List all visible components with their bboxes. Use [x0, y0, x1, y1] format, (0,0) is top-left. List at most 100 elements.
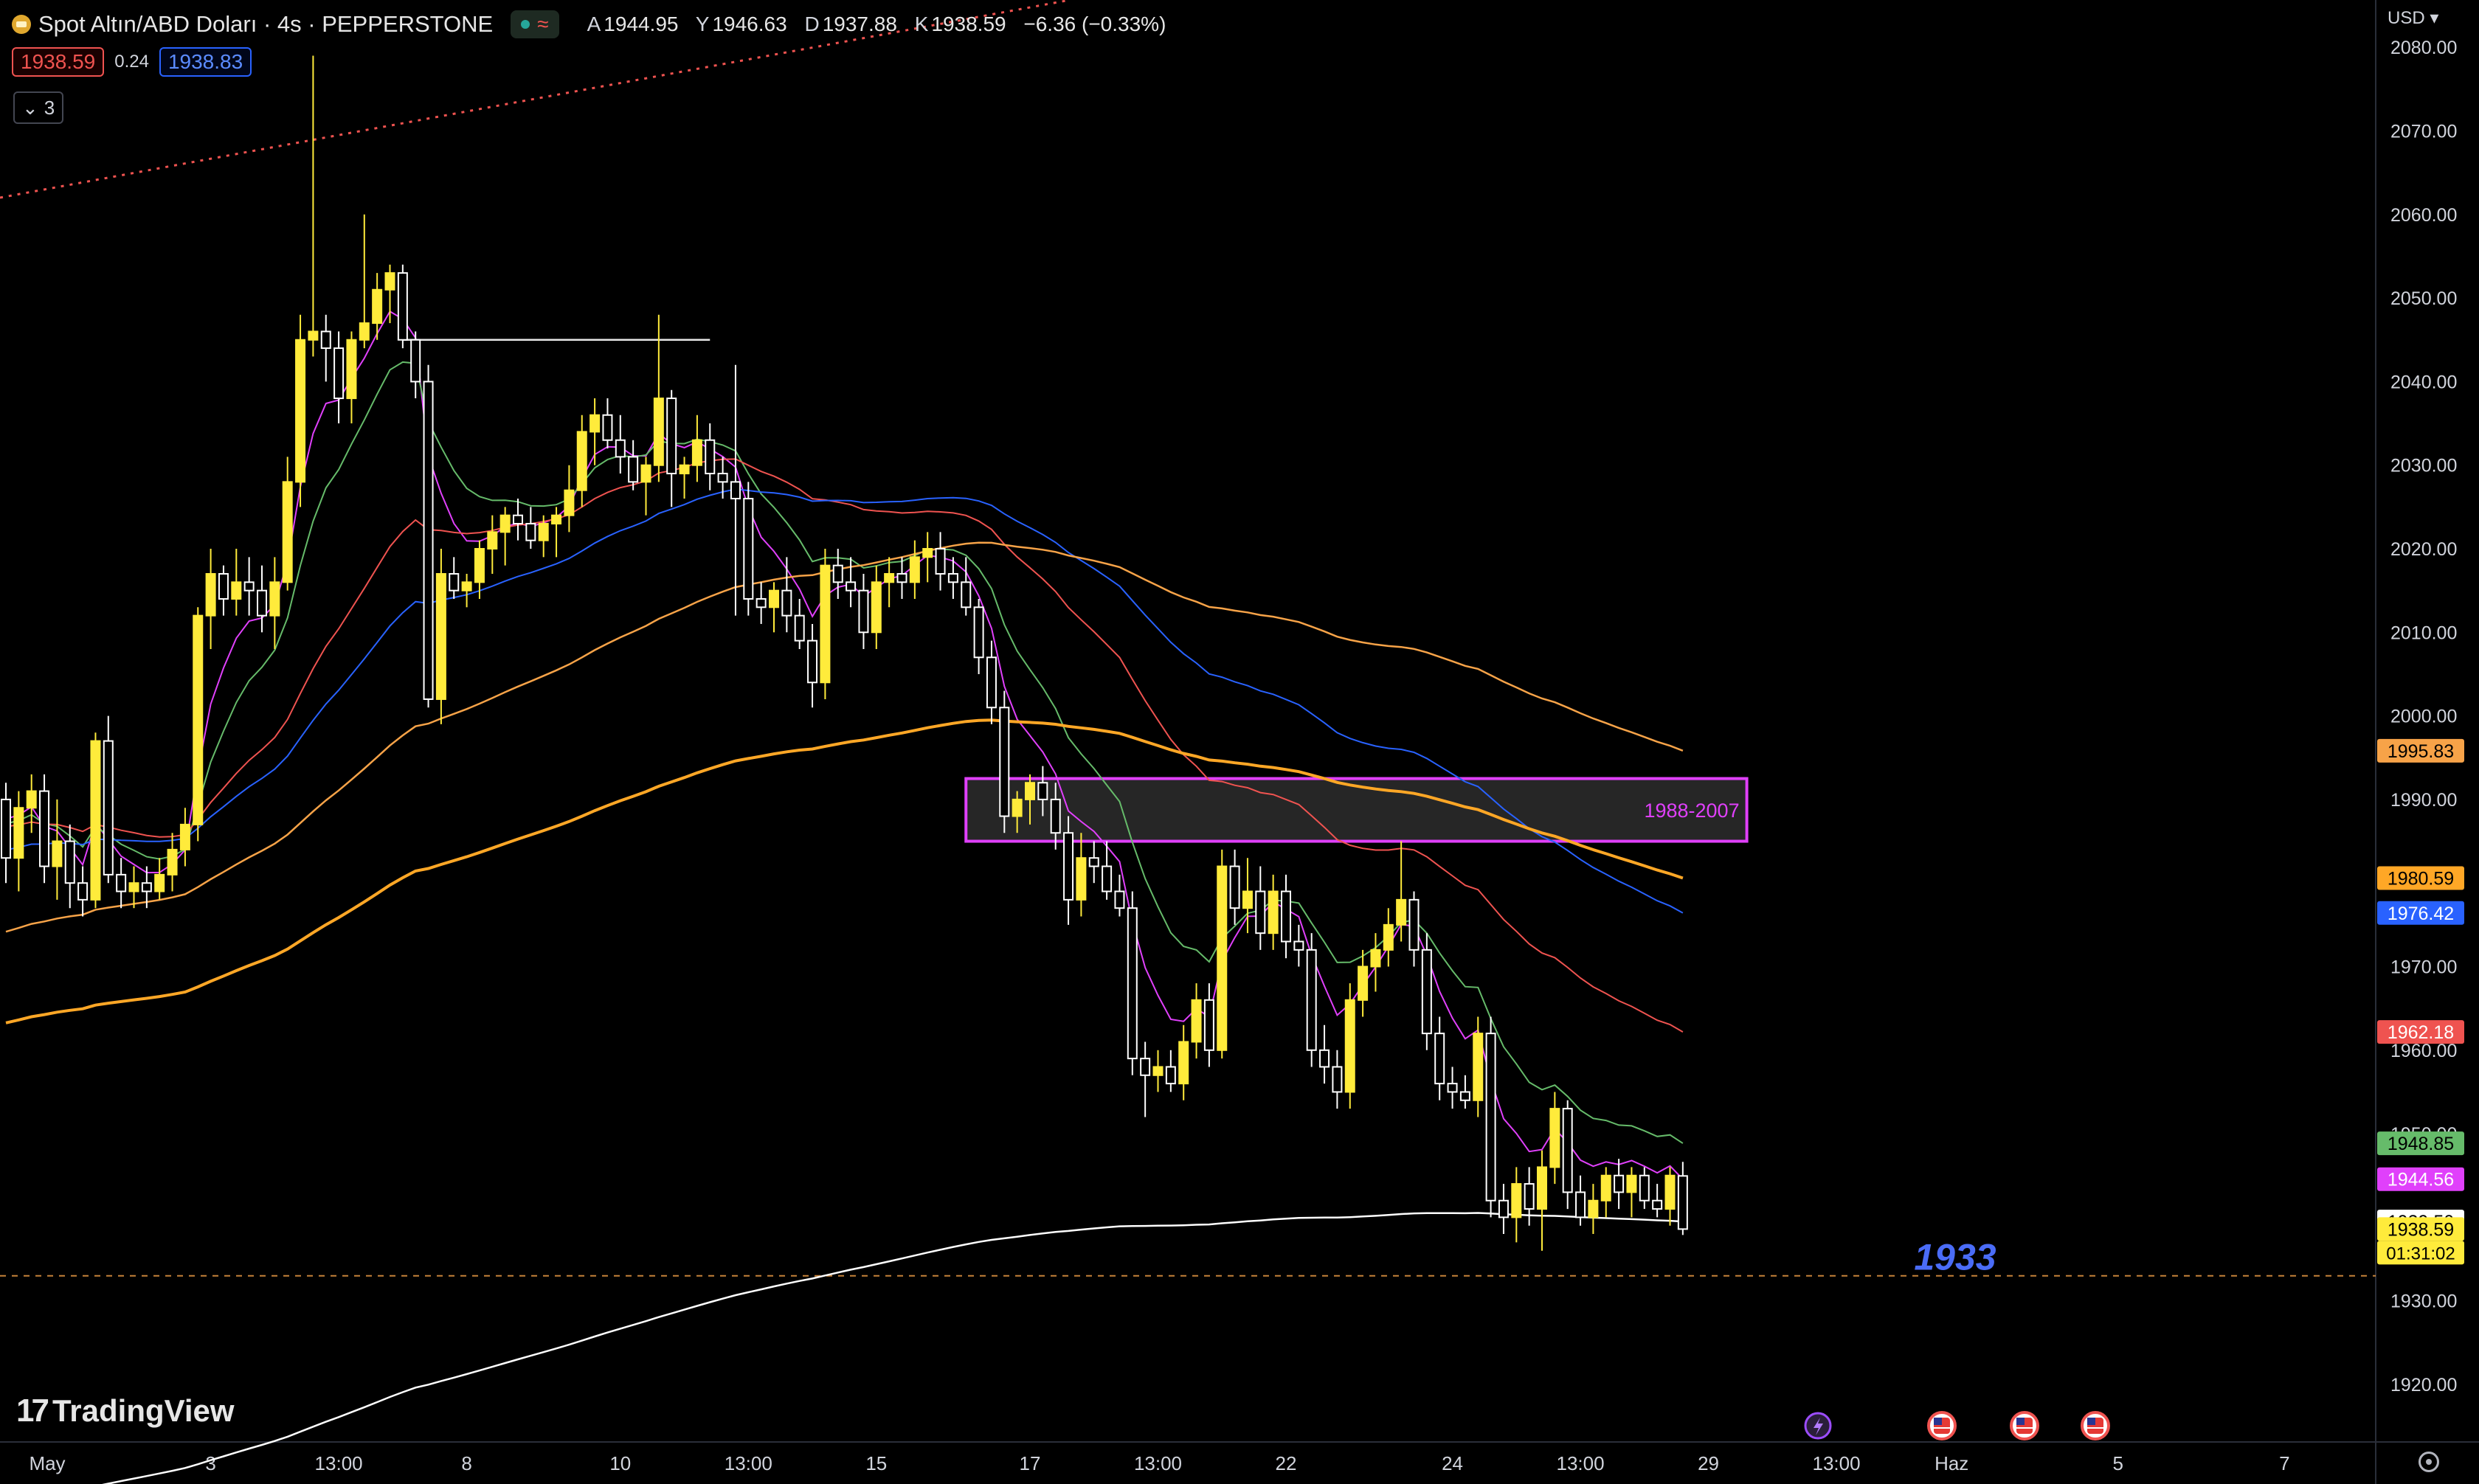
candle [743, 482, 754, 616]
candle [1447, 1067, 1458, 1109]
candle-body [576, 431, 587, 491]
candle-body [1152, 1066, 1164, 1076]
candle [295, 314, 306, 507]
candle-body [1358, 965, 1369, 1001]
candle-body [999, 707, 1010, 817]
candle [1293, 924, 1304, 967]
candle-body [781, 589, 792, 617]
candle [372, 273, 383, 340]
candle [333, 331, 345, 424]
candle-body [1434, 1033, 1445, 1085]
candle [359, 214, 370, 349]
candle [1358, 949, 1369, 1017]
candle [1485, 1016, 1496, 1218]
candle-body [1549, 1108, 1560, 1168]
candle [64, 824, 75, 909]
price-tick-label: 2080.00 [2390, 38, 2457, 58]
sell-button[interactable]: 1938.59 [12, 47, 105, 77]
candle [1255, 866, 1266, 950]
candle-body [384, 272, 395, 291]
candle [896, 557, 907, 599]
candle-body [39, 790, 50, 867]
candle-body [218, 572, 229, 600]
candle-body [167, 848, 178, 876]
candle [1076, 833, 1087, 917]
price-label: 1995.83 [2377, 738, 2464, 763]
supply-zone-box [964, 777, 1749, 843]
candle [832, 549, 843, 599]
price-tick-label: 2040.00 [2390, 372, 2457, 392]
candle-body [590, 414, 601, 433]
candle [858, 573, 869, 649]
candle-body [1447, 1083, 1458, 1093]
candle-body [1370, 949, 1381, 968]
candle [103, 715, 114, 884]
price-label: 1944.56 [2377, 1167, 2464, 1191]
price-label: 1962.18 [2377, 1020, 2464, 1044]
time-tick-label: May [29, 1452, 65, 1474]
price-chart[interactable]: 1920.001930.001950.001960.001970.001990.… [0, 0, 2479, 1484]
support-level-label: 1933 [1914, 1237, 1996, 1278]
candle-body [1664, 1174, 1676, 1210]
candle-body [1025, 782, 1035, 800]
candle [410, 331, 421, 399]
candle-body [1485, 1033, 1496, 1202]
candle-body [1459, 1091, 1470, 1101]
price-tick-label: 2010.00 [2390, 623, 2457, 643]
candle-body [77, 882, 89, 901]
market-status-pill[interactable]: ≈ [511, 10, 559, 38]
candle-body [141, 882, 152, 892]
candle-body [730, 481, 741, 500]
candle-body [628, 456, 639, 483]
candle [435, 549, 446, 724]
candle-body [269, 581, 280, 617]
price-label-text: 1948.85 [2388, 1134, 2454, 1154]
candle [999, 690, 1010, 833]
candle [26, 774, 37, 833]
time-tick-label: 13:00 [725, 1452, 772, 1474]
indicators-toggle[interactable]: ⌄ 3 [13, 91, 64, 124]
market-open-icon [521, 20, 530, 29]
candle-body [128, 882, 139, 892]
candle-body [846, 581, 857, 592]
candle-body [423, 381, 434, 700]
candle [499, 507, 511, 566]
candle-body [346, 339, 357, 400]
symbol-title[interactable]: Spot Altın/ABD Doları · 4s · PEPPERSTONE [38, 11, 493, 38]
candle-body [1281, 890, 1291, 943]
candle [1306, 933, 1317, 1067]
candle [1626, 1167, 1637, 1218]
price-labels: 1995.83 1980.59 1976.42 1962.18 1948.85 1944.… [2377, 738, 2464, 1241]
candle-body [1127, 907, 1138, 1060]
candle [1562, 1100, 1573, 1210]
flag-canton [1934, 1418, 1942, 1425]
candle-body [1306, 949, 1317, 1051]
candle [807, 623, 818, 708]
candle [1664, 1167, 1676, 1226]
candle [1639, 1167, 1650, 1210]
candle-body [1626, 1174, 1637, 1193]
currency-selector[interactable]: USD ▾ [2388, 7, 2438, 29]
candle [1217, 849, 1228, 1059]
settings-gear-icon[interactable] [2419, 1452, 2439, 1472]
candle-body [1140, 1058, 1151, 1076]
candle [52, 799, 63, 900]
candle-body [961, 581, 972, 608]
candle [935, 532, 946, 591]
candle-body [1332, 1066, 1343, 1093]
price-label: 1980.59 [2377, 866, 2464, 890]
candle [1614, 1159, 1625, 1210]
buy-button[interactable]: 1938.83 [159, 47, 252, 77]
time-tick-label: 3 [205, 1452, 215, 1474]
time-tick-label: 13:00 [1557, 1452, 1605, 1474]
candle-body [691, 439, 702, 466]
candle [308, 55, 319, 357]
price-tick-label: 1930.00 [2390, 1291, 2457, 1312]
candle-body [794, 614, 805, 642]
candle-body [1677, 1175, 1688, 1230]
candle-body [1165, 1066, 1176, 1085]
price-label-text: 1944.56 [2388, 1170, 2454, 1190]
candle [1511, 1167, 1522, 1243]
price-label-text: 1962.18 [2388, 1022, 2454, 1043]
candle [423, 364, 434, 708]
